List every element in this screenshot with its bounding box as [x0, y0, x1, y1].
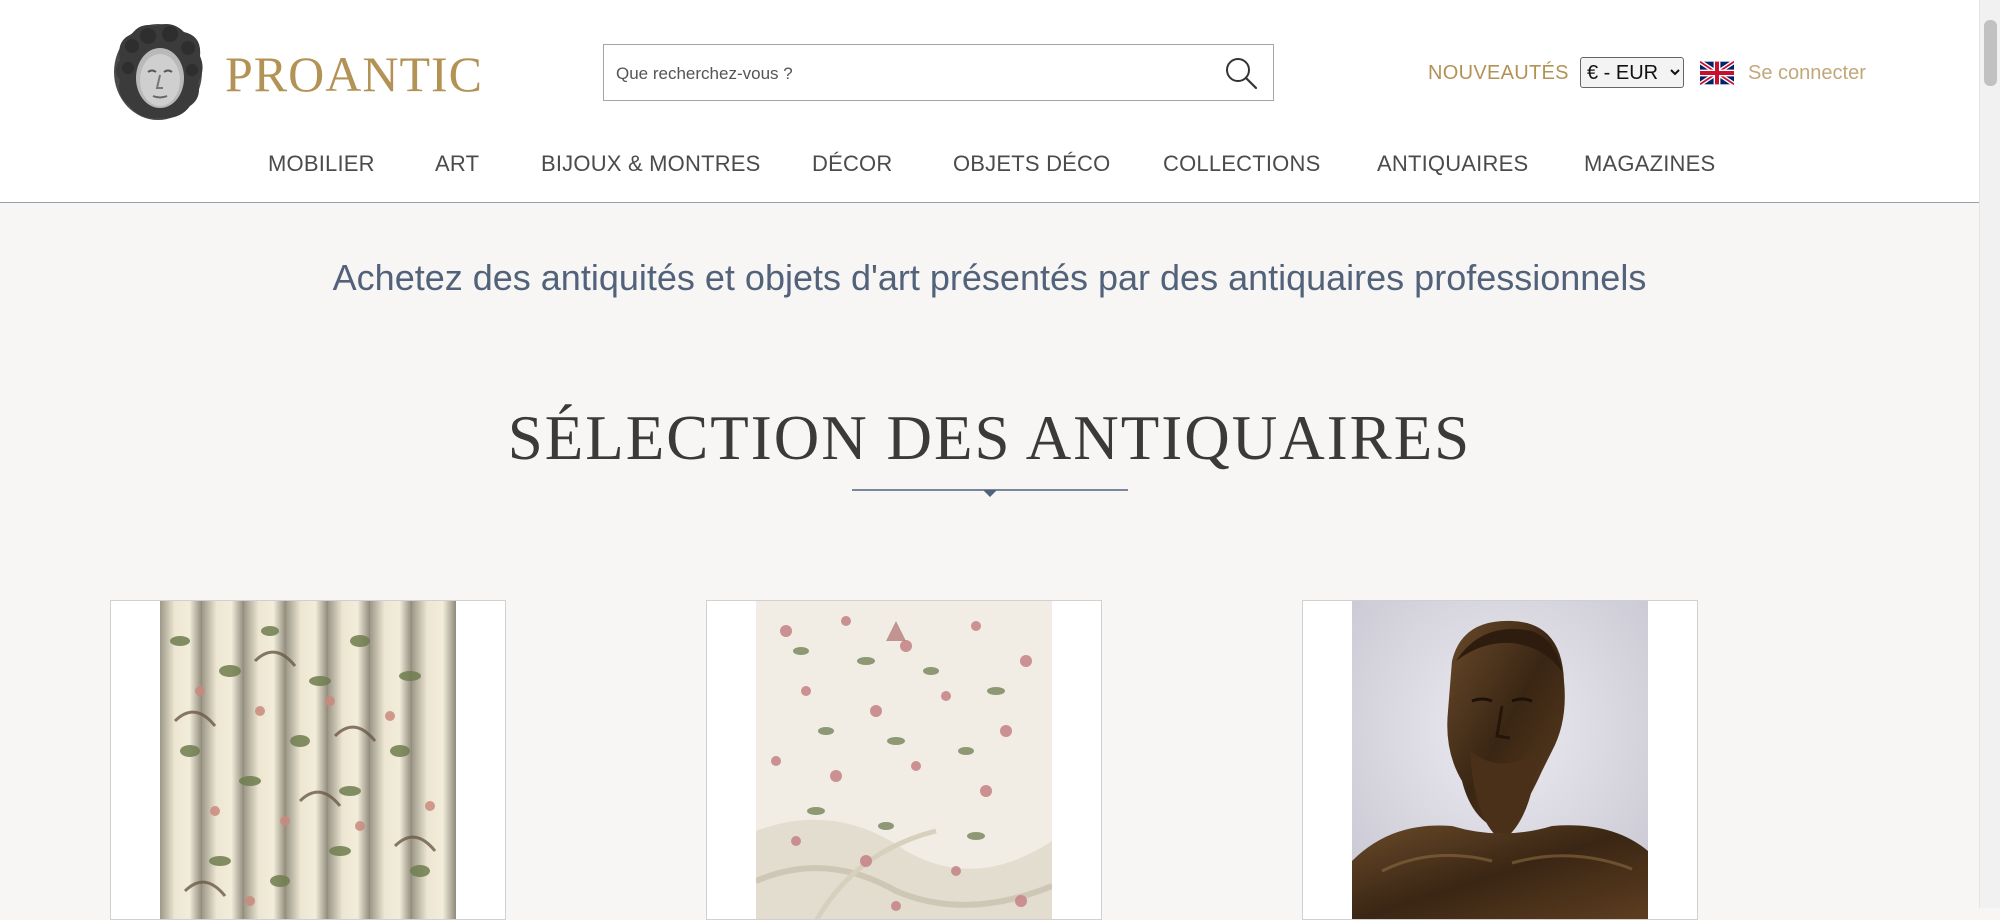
nav-item-collections[interactable]: COLLECTIONS — [1163, 144, 1320, 184]
nav-item-art[interactable]: ART — [435, 144, 479, 184]
search-input[interactable] — [614, 55, 1198, 93]
wooden-christ-sculpture-photo[interactable] — [1352, 601, 1648, 920]
search-box — [603, 44, 1274, 101]
product-card[interactable] — [110, 600, 506, 920]
product-card[interactable] — [1302, 600, 1698, 920]
main-nav: MOBILIER ART BIJOUX & MONTRES DÉCOR OBJE… — [0, 144, 1979, 184]
section-title: SÉLECTION DES ANTIQUAIRES — [507, 403, 1472, 473]
scrollbar-thumb[interactable] — [1984, 20, 1997, 86]
floral-bird-curtains-photo[interactable] — [160, 601, 456, 920]
currency-select[interactable]: € - EUR — [1580, 57, 1684, 88]
logo-sculpture-head-icon[interactable] — [110, 20, 208, 122]
search-icon[interactable] — [1223, 55, 1259, 91]
nouveautes-link[interactable]: NOUVEAUTÉS — [1428, 58, 1569, 88]
floral-fabric-photo[interactable] — [756, 601, 1052, 920]
uk-flag-icon[interactable] — [1700, 61, 1734, 85]
nav-item-objets-deco[interactable]: OBJETS DÉCO — [953, 144, 1110, 184]
login-link[interactable]: Se connecter — [1748, 58, 1866, 88]
page-tagline: Achetez des antiquités et objets d'art p… — [332, 257, 1647, 298]
logo-text[interactable]: PROANTIC — [225, 44, 483, 104]
nav-item-mobilier[interactable]: MOBILIER — [268, 144, 375, 184]
nav-item-magazines[interactable]: MAGAZINES — [1584, 144, 1715, 184]
page-scrollbar[interactable] — [1979, 0, 2000, 908]
product-card[interactable] — [706, 600, 1102, 920]
title-divider — [852, 489, 1128, 497]
site-header: PROANTIC NOUVEAUTÉS € - EUR Se connecter… — [0, 0, 1979, 203]
nav-item-antiquaires[interactable]: ANTIQUAIRES — [1377, 144, 1528, 184]
nav-item-decor[interactable]: DÉCOR — [812, 144, 892, 184]
nav-item-bijoux-montres[interactable]: BIJOUX & MONTRES — [541, 144, 761, 184]
